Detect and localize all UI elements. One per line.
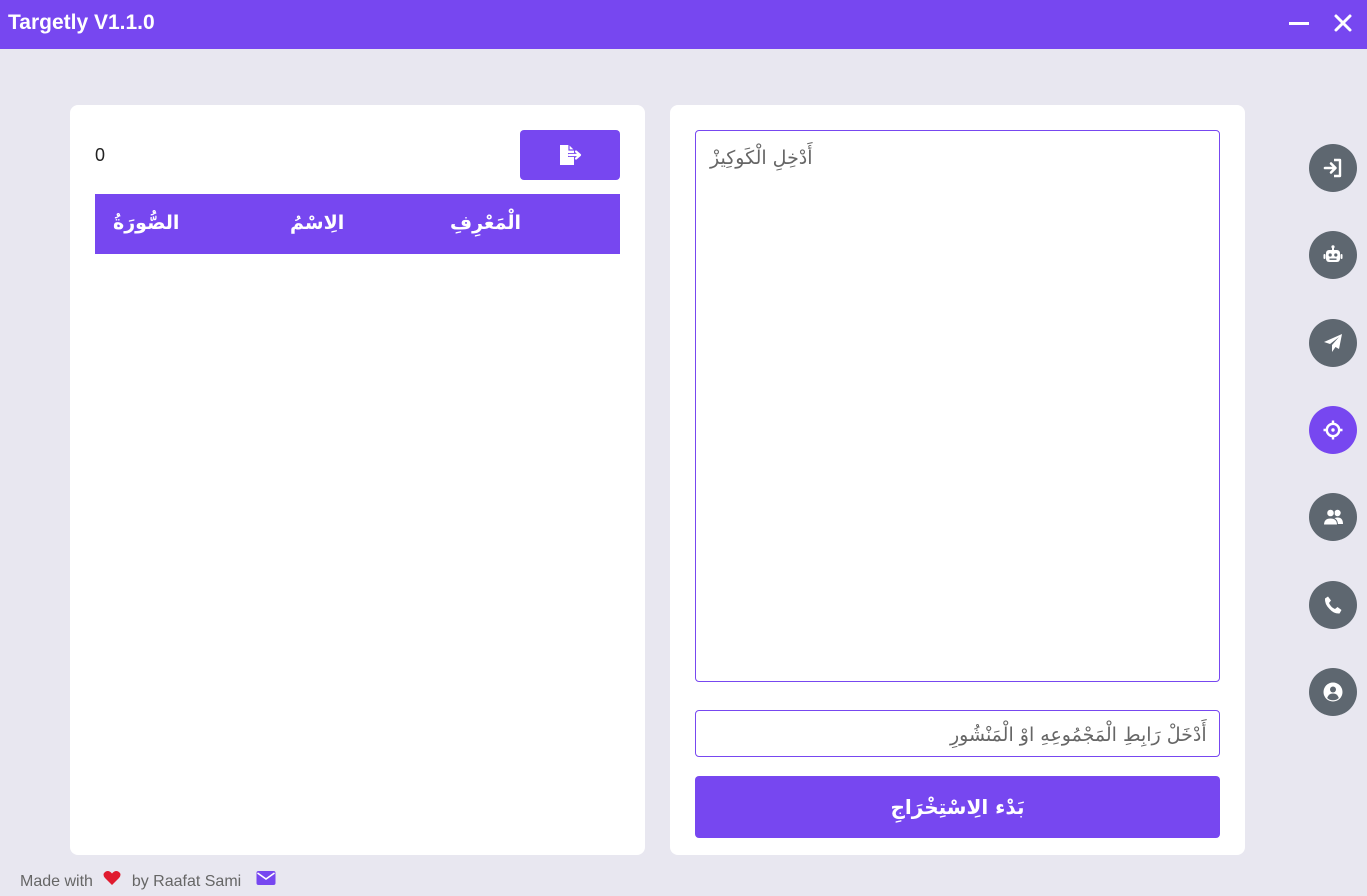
footer: Made with by Raafat Sami	[20, 870, 276, 891]
group-link-input[interactable]	[695, 710, 1220, 757]
results-panel: 0 الصُّورَةُ الِاسْمُ الْمَعْرِفِ	[70, 105, 645, 855]
column-picture: الصُّورَةُ	[113, 212, 180, 234]
column-name: الِاسْمُ	[290, 212, 345, 234]
made-with-text: Made with	[20, 872, 93, 890]
sidebar-item-login[interactable]	[1309, 144, 1357, 192]
phone-icon	[1324, 596, 1342, 614]
app-title: Targetly V1.1.0	[8, 11, 155, 34]
export-button[interactable]	[520, 130, 620, 180]
extraction-form: أَدْخِلِ الْكَوكِيزْ أَدْخَلْ رَابِطِ ال…	[670, 105, 1245, 855]
crosshairs-icon	[1323, 420, 1343, 440]
envelope-icon[interactable]	[256, 870, 276, 886]
minimize-icon[interactable]	[1289, 22, 1309, 25]
sign-in-icon	[1323, 158, 1342, 178]
sidebar-item-target[interactable]	[1309, 406, 1357, 454]
heart-icon	[103, 871, 121, 885]
table-header: الصُّورَةُ الِاسْمُ الْمَعْرِفِ	[95, 194, 620, 254]
start-extraction-button[interactable]: بَدْء الِاسْتِخْرَاجِ	[695, 776, 1220, 838]
author-text: by Raafat Sami	[131, 872, 242, 890]
user-circle-icon	[1323, 682, 1343, 702]
sidebar-item-phone[interactable]	[1309, 581, 1357, 629]
sidebar-item-users[interactable]	[1309, 493, 1357, 541]
column-id: الْمَعْرِفِ	[450, 212, 521, 234]
title-bar: Targetly V1.1.0	[0, 0, 1367, 49]
start-extraction-label: بَدْء الِاسْتِخْرَاجِ	[890, 795, 1025, 819]
sidebar-item-profile[interactable]	[1309, 668, 1357, 716]
robot-icon	[1323, 245, 1343, 262]
cookies-input[interactable]	[695, 130, 1220, 682]
close-icon[interactable]	[1333, 13, 1353, 33]
sidebar-item-bot[interactable]	[1309, 231, 1357, 279]
file-export-icon	[560, 145, 582, 165]
sidebar-item-send[interactable]	[1309, 319, 1357, 367]
paper-plane-icon	[1324, 334, 1342, 352]
users-icon	[1323, 508, 1343, 526]
results-count: 0	[95, 145, 106, 165]
